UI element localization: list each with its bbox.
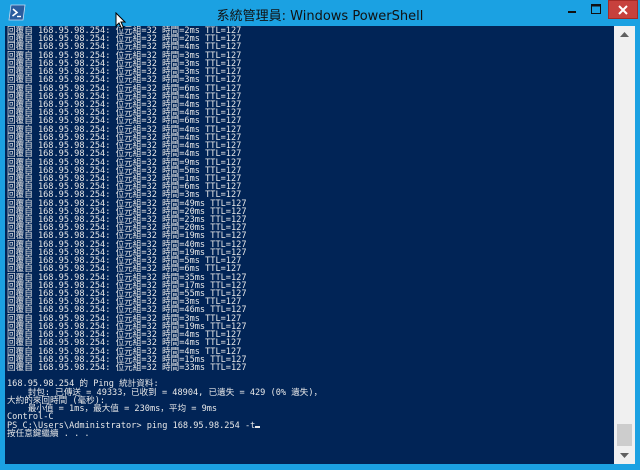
close-button[interactable] [608,0,638,19]
scrollbar-thumb[interactable] [617,424,632,446]
text-cursor [255,425,261,428]
close-icon [618,5,628,15]
mouse-pointer-icon [115,12,127,30]
scroll-up-arrow-icon [620,32,629,37]
console-line: 最小值 = 1ms，最大值 = 230ms，平均 = 9ms [7,404,218,415]
powershell-window: 系統管理員: Windows PowerShell 回覆自 168.95.98.… [0,0,640,470]
scroll-down-arrow-icon [620,453,629,458]
console-line: 回覆自 168.95.98.254: 位元組=32 時間=33ms TTL=12… [7,362,247,373]
scroll-down-button[interactable] [614,447,635,464]
minimize-icon [568,11,576,13]
maximize-icon [591,4,601,14]
title-bar[interactable]: 系統管理員: Windows PowerShell [0,0,640,26]
scroll-up-button[interactable] [614,26,635,43]
maximize-button[interactable] [584,0,608,19]
window-title: 系統管理員: Windows PowerShell [216,9,424,24]
minimize-button[interactable] [560,0,584,19]
console-lines: 回覆自 168.95.98.254: 位元組=32 時間=2ms TTL=127… [7,27,322,439]
vertical-scrollbar[interactable] [614,26,635,464]
console-line: 按任意鍵繼續 . . . [7,428,90,439]
console-output[interactable]: 回覆自 168.95.98.254: 位元組=32 時間=2ms TTL=127… [5,26,614,464]
